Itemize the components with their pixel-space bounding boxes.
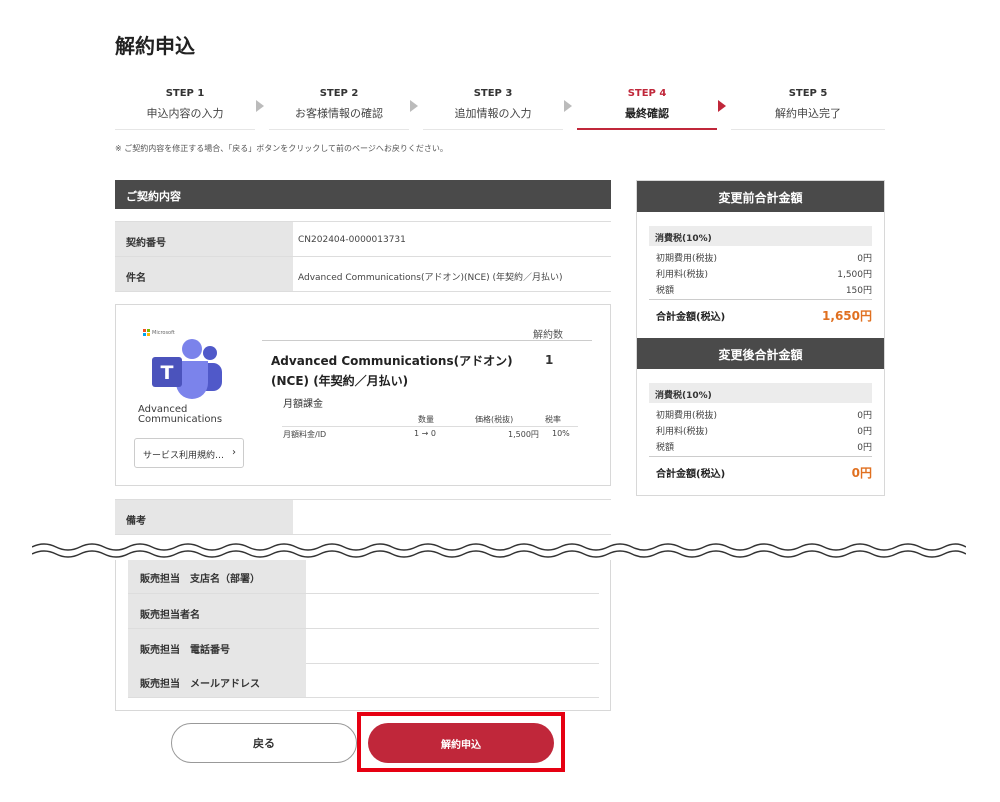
summary-before-tax-label: 消費税(10%): [649, 226, 872, 246]
summary-row-amount: 1,500円: [837, 270, 872, 280]
summary-row-label: 税額: [656, 443, 675, 453]
cancel-submit-button[interactable]: 解約申込: [368, 723, 554, 763]
table-row: 契約番号 CN202404-0000013731: [115, 222, 611, 257]
step-label: 申込内容の入力: [146, 107, 224, 120]
step-label: 最終確認: [625, 107, 669, 120]
billing-type: 月額課金: [283, 399, 323, 410]
contract-number-value: CN202404-0000013731: [298, 235, 406, 245]
table-row: 件名 Advanced Communications(アドオン)(NCE) (年…: [115, 257, 611, 292]
terms-button-label: サービス利用規約…: [143, 451, 225, 461]
vendor-name: Microsoft: [152, 329, 175, 336]
sales-phone-label: 販売担当 電話番号: [128, 629, 306, 663]
price-header-tax: 税率: [545, 415, 561, 424]
summary-before-total: 合計金額(税込) 1,650円: [656, 308, 872, 323]
summary-row-label: 利用料(税抜): [656, 270, 709, 280]
step-number: STEP 4: [627, 88, 667, 99]
summary-row-label: 税額: [656, 286, 675, 296]
sales-info-box: 販売担当 支店名（部署） 販売担当者名 販売担当 電話番号 販売担当 メールアド…: [115, 560, 611, 711]
price-item: 月額料金/ID: [283, 430, 327, 439]
summary-row-label: 利用料(税抜): [656, 427, 709, 437]
product-name: Advanced Communications(アドオン)(NCE) (年契約／…: [271, 354, 513, 388]
step-number: STEP 2: [319, 88, 359, 99]
total-amount: 1,650円: [822, 309, 872, 323]
summary-row-amount: 150円: [845, 286, 872, 296]
table-row: 販売担当 支店名（部署）: [128, 560, 599, 594]
summary-panel: 変更前合計金額 消費税(10%) 初期費用(税抜) 0円 利用料(税抜) 1,5…: [636, 180, 885, 496]
chevron-right-icon: ›: [232, 447, 236, 458]
edit-note: ※ ご契約内容を修正する場合、「戻る」ボタンをクリックして前のページへお戻りくだ…: [115, 144, 448, 153]
sales-rep-label: 販売担当者名: [128, 594, 306, 628]
svg-text:T: T: [161, 362, 174, 384]
page-break-wave: [32, 542, 966, 560]
step-number: STEP 3: [473, 88, 513, 99]
subject-value: Advanced Communications(アドオン)(NCE) (年契約／…: [298, 273, 563, 283]
summary-row: 税額 0円: [656, 440, 872, 453]
summary-row-amount: 0円: [857, 254, 872, 264]
step-arrow-icon: [256, 100, 264, 112]
sales-email-label: 販売担当 メールアドレス: [128, 663, 306, 697]
step-number: STEP 1: [165, 88, 205, 99]
step-arrow-icon: [718, 100, 726, 112]
divider: [282, 426, 578, 427]
microsoft-teams-icon: T: [152, 339, 222, 399]
step-arrow-icon: [410, 100, 418, 112]
price-amount: 1,500円: [508, 430, 539, 439]
summary-after-tax-label: 消費税(10%): [649, 383, 872, 403]
price-qty: 1 → 0: [414, 429, 436, 438]
price-header-qty: 数量: [418, 415, 434, 424]
step-3: STEP 3 追加情報の入力: [423, 84, 563, 130]
summary-row-amount: 0円: [857, 427, 872, 437]
summary-row-amount: 0円: [857, 411, 872, 421]
total-amount: 0円: [851, 466, 872, 480]
summary-row-label: 初期費用(税抜): [656, 254, 718, 264]
product-icon-caption: Advanced Communications: [138, 404, 223, 425]
summary-row: 初期費用(税抜) 0円: [656, 408, 872, 421]
step-number: STEP 5: [788, 88, 828, 99]
microsoft-logo-icon: [143, 329, 150, 336]
summary-row: 利用料(税抜) 1,500円: [656, 267, 872, 280]
remarks-row: 備考: [115, 499, 611, 535]
step-4: STEP 4 最終確認: [577, 84, 717, 130]
remarks-label: 備考: [115, 500, 293, 534]
page-title: 解約申込: [115, 34, 195, 58]
subject-label: 件名: [115, 257, 293, 291]
price-tax-rate: 10%: [552, 429, 570, 438]
product-card: Microsoft T Advanced Communications サービス…: [115, 304, 611, 486]
price-header-price: 価格(税抜): [475, 415, 514, 424]
back-button[interactable]: 戻る: [171, 723, 357, 763]
step-progress: STEP 1 申込内容の入力 STEP 2 お客様情報の確認 STEP 3 追加…: [115, 84, 885, 130]
cancel-qty-value: 1: [545, 353, 554, 367]
divider: [649, 456, 872, 457]
sales-branch-label: 販売担当 支店名（部署）: [128, 560, 306, 593]
cancel-qty-header: 解約数: [533, 330, 563, 341]
summary-after-total: 合計金額(税込) 0円: [656, 465, 872, 480]
summary-row-amount: 0円: [857, 443, 872, 453]
step-arrow-icon: [564, 100, 572, 112]
contract-number-label: 契約番号: [115, 222, 293, 256]
summary-row-label: 初期費用(税抜): [656, 411, 718, 421]
contract-table: 契約番号 CN202404-0000013731 件名 Advanced Com…: [115, 221, 611, 292]
table-row: 販売担当者名: [128, 594, 599, 629]
microsoft-logo: Microsoft: [143, 329, 175, 336]
summary-row: 初期費用(税抜) 0円: [656, 251, 872, 264]
step-label: 追加情報の入力: [454, 107, 532, 120]
step-label: 解約申込完了: [775, 107, 841, 120]
total-label: 合計金額(税込): [656, 469, 726, 480]
step-5: STEP 5 解約申込完了: [731, 84, 885, 130]
terms-of-service-button[interactable]: サービス利用規約… ›: [134, 438, 244, 468]
table-row: 販売担当 電話番号: [128, 629, 599, 664]
table-row: 販売担当 メールアドレス: [128, 663, 599, 698]
divider: [649, 299, 872, 300]
step-2: STEP 2 お客様情報の確認: [269, 84, 409, 130]
divider: [262, 340, 592, 341]
summary-row: 利用料(税抜) 0円: [656, 424, 872, 437]
total-label: 合計金額(税込): [656, 312, 726, 323]
summary-after-title: 変更後合計金額: [637, 338, 884, 369]
contract-section-header: ご契約内容: [115, 180, 611, 209]
summary-before-title: 変更前合計金額: [637, 181, 884, 212]
step-label: お客様情報の確認: [295, 107, 383, 120]
step-1: STEP 1 申込内容の入力: [115, 84, 255, 130]
summary-row: 税額 150円: [656, 283, 872, 296]
